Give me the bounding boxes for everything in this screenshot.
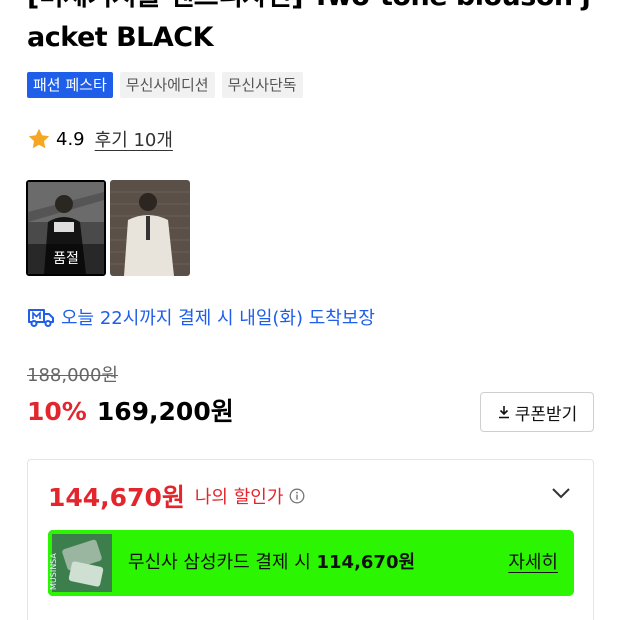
star-icon bbox=[28, 128, 50, 149]
card-promo-price: 114,670원 bbox=[316, 552, 416, 573]
thumb-ivory-image bbox=[110, 180, 190, 276]
product-title-line-2: acket BLACK bbox=[27, 22, 214, 53]
card-image: MUSINSA bbox=[48, 530, 116, 596]
sale-price: 169,200원 bbox=[96, 397, 234, 426]
info-icon[interactable] bbox=[289, 488, 305, 504]
delivery-text: 오늘 22시까지 결제 시 내일(화) 도착보장 bbox=[61, 308, 375, 329]
rating-score: 4.9 bbox=[56, 128, 85, 150]
benefit-box: 144,670원 나의 할인가 MUSINSA 무신사 삼성카드 결제 시 11… bbox=[27, 459, 594, 620]
reviews-link[interactable]: 후기 10개 bbox=[95, 126, 173, 152]
product-title-line-1: [미세기지볼 센즈디자인] Two-tone blouson j bbox=[27, 0, 591, 14]
color-thumbnails: 품절 bbox=[26, 180, 190, 276]
coupon-download-button[interactable]: 쿠폰받기 bbox=[480, 392, 594, 432]
my-price-row[interactable]: 144,670원 나의 할인가 bbox=[48, 478, 305, 514]
rating-row: 4.9 후기 10개 bbox=[27, 125, 173, 153]
truck-icon bbox=[28, 309, 54, 327]
discount-rate: 10% bbox=[27, 397, 87, 426]
card-promo-text: 무신사 삼성카드 결제 시 114,670원 bbox=[128, 530, 415, 596]
my-discount-label: 나의 할인가 bbox=[194, 487, 284, 508]
thumb-ivory[interactable] bbox=[110, 180, 190, 276]
delivery-guarantee[interactable]: 오늘 22시까지 결제 시 내일(화) 도착보장 bbox=[27, 303, 375, 331]
thumb-black[interactable]: 품절 bbox=[26, 180, 106, 276]
original-price: 188,000원 bbox=[27, 365, 118, 386]
sale-price-row: 10% 169,200원 bbox=[27, 392, 234, 428]
card-promo-prefix: 무신사 삼성카드 결제 시 bbox=[128, 552, 317, 573]
tag-fashion-festa[interactable]: 패션 페스타 bbox=[27, 72, 113, 98]
soldout-badge: 품절 bbox=[28, 244, 104, 274]
download-icon bbox=[498, 406, 509, 419]
my-discount-price: 144,670원 bbox=[48, 483, 185, 512]
chevron-down-icon[interactable] bbox=[551, 486, 571, 500]
card-promo-banner[interactable]: MUSINSA 무신사 삼성카드 결제 시 114,670원 자세히 bbox=[48, 530, 574, 596]
coupon-download-label: 쿠폰받기 bbox=[514, 404, 578, 425]
product-tags: 패션 페스타 무신사에디션 무신사단독 bbox=[27, 72, 303, 98]
tag-musinsa-exclusive[interactable]: 무신사단독 bbox=[221, 72, 303, 98]
card-promo-details-link[interactable]: 자세히 bbox=[508, 530, 558, 596]
tag-musinsa-edition[interactable]: 무신사에디션 bbox=[119, 72, 215, 98]
card-logo-text: MUSINSA bbox=[49, 553, 58, 590]
